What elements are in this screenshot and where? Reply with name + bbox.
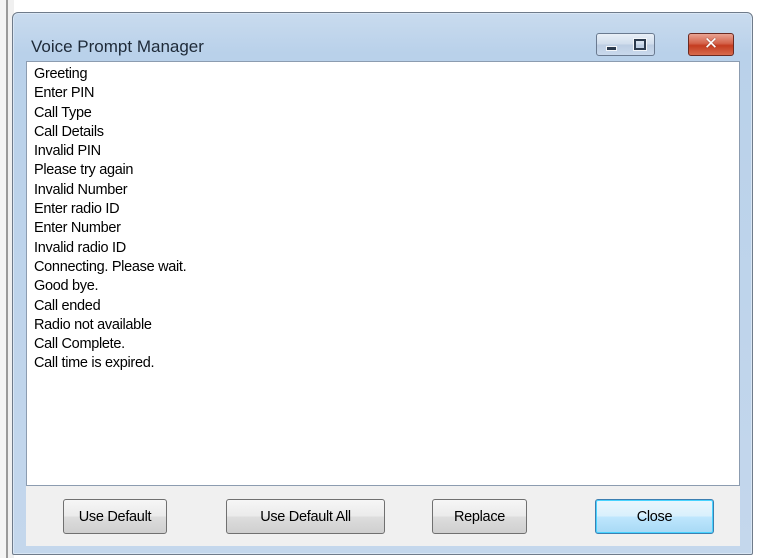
list-item[interactable]: Enter Number [34, 219, 739, 238]
maximize-icon [632, 38, 647, 51]
list-item[interactable]: Greeting [34, 65, 739, 84]
list-item[interactable]: Call ended [34, 297, 739, 316]
minimize-icon [605, 46, 617, 51]
title-bar[interactable]: Voice Prompt Manager ✕ [13, 13, 752, 61]
voice-prompt-manager-window: Voice Prompt Manager ✕ Greeting Enter PI… [12, 12, 753, 555]
list-item[interactable]: Call Complete. [34, 335, 739, 354]
list-item[interactable]: Connecting. Please wait. [34, 258, 739, 277]
list-item[interactable]: Call Details [34, 123, 739, 142]
use-default-button[interactable]: Use Default [63, 499, 167, 534]
list-item[interactable]: Call time is expired. [34, 354, 739, 373]
window-close-button[interactable]: ✕ [688, 33, 734, 56]
list-item[interactable]: Invalid Number [34, 181, 739, 200]
replace-button[interactable]: Replace [432, 499, 527, 534]
voice-prompt-list[interactable]: Greeting Enter PIN Call Type Call Detail… [26, 61, 740, 486]
list-item[interactable]: Good bye. [34, 277, 739, 296]
close-icon: ✕ [703, 34, 719, 54]
button-bar: Use Default Use Default All Replace Clos… [26, 486, 740, 546]
window-title: Voice Prompt Manager [31, 37, 204, 56]
list-item[interactable]: Enter PIN [34, 84, 739, 103]
maximize-button[interactable] [625, 33, 655, 56]
minimize-button[interactable] [596, 33, 626, 56]
list-item[interactable]: Please try again [34, 161, 739, 180]
list-item[interactable]: Radio not available [34, 316, 739, 335]
list-item[interactable]: Invalid PIN [34, 142, 739, 161]
list-item[interactable]: Call Type [34, 104, 739, 123]
use-default-all-button[interactable]: Use Default All [226, 499, 385, 534]
list-item[interactable]: Enter radio ID [34, 200, 739, 219]
close-button[interactable]: Close [595, 499, 714, 534]
list-item[interactable]: Invalid radio ID [34, 239, 739, 258]
